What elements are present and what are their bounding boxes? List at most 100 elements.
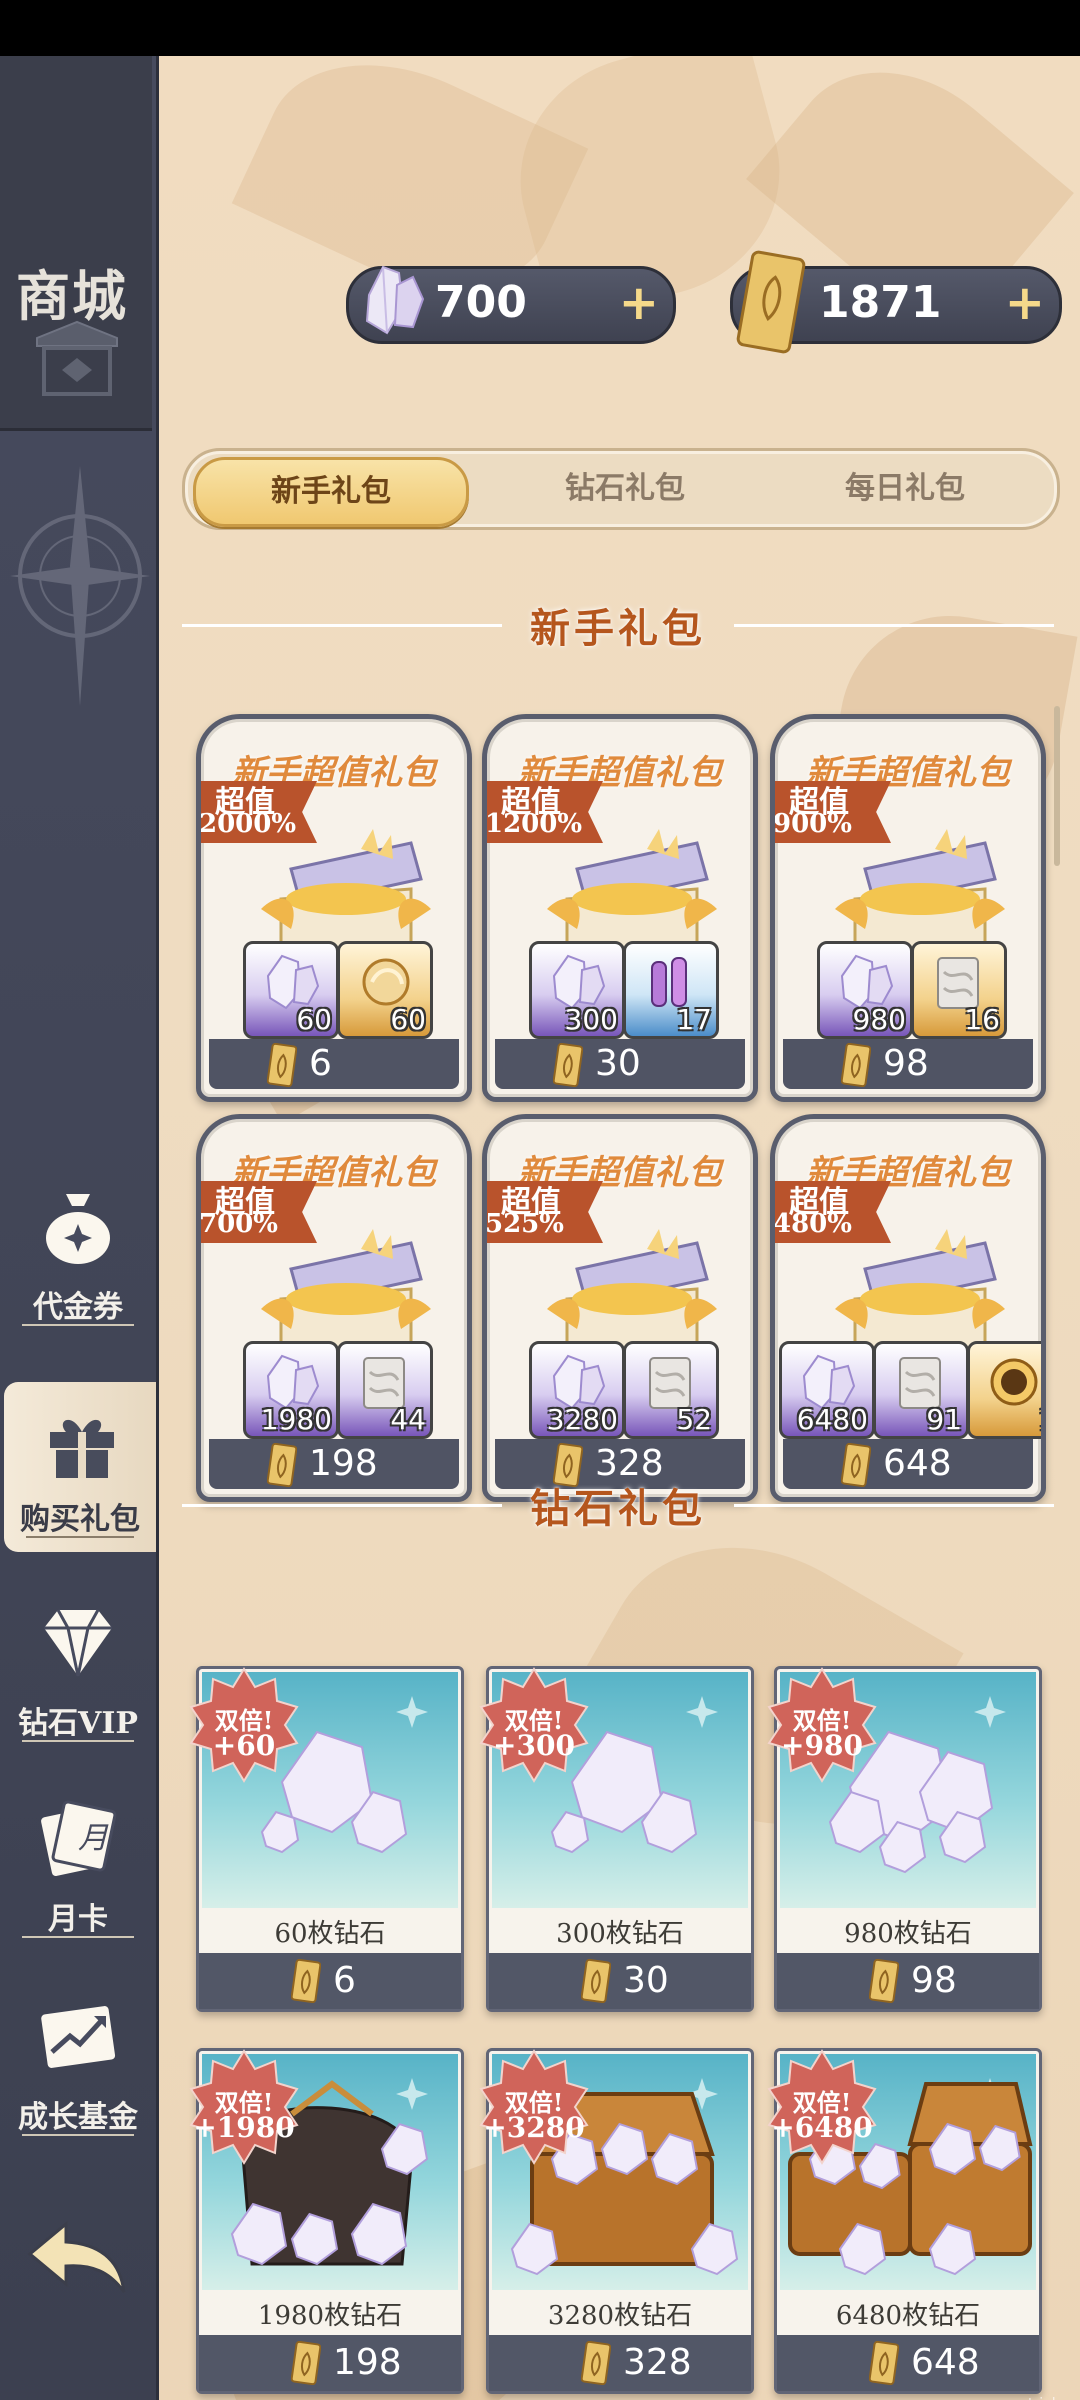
- tab-diamond-packs[interactable]: 钻石礼包: [525, 457, 725, 521]
- sidebar-item-diamond-vip[interactable]: 钻石VIP: [0, 1602, 156, 1742]
- reward-item-scroll: 16: [911, 941, 1007, 1039]
- money-bag-icon: [46, 1194, 110, 1264]
- double-bonus-badge: 双倍! +1980: [185, 2047, 303, 2165]
- ticket-icon: [290, 2340, 322, 2386]
- price-bar[interactable]: 30: [495, 1039, 745, 1089]
- reward-item-scroll: 52: [623, 1341, 719, 1439]
- price: 198: [333, 2342, 402, 2383]
- gift-pack-card[interactable]: 新手超值礼包 超值 1200% 300 17 30: [482, 714, 758, 1102]
- gift-pack-card[interactable]: 新手超值礼包 超值 525% 3280 52 328: [482, 1114, 758, 1502]
- ticket-icon: [580, 2340, 612, 2386]
- diamond-count: 700: [435, 277, 527, 328]
- price: 328: [623, 2342, 692, 2383]
- shop-icon: [36, 320, 118, 396]
- watermark: trialversion: [1028, 2396, 1080, 2400]
- treasure-chest-icon: [547, 1229, 717, 1359]
- reward-count: 52: [676, 1403, 712, 1436]
- gift-box-icon: [50, 1419, 114, 1478]
- diamond-pack-card[interactable]: 双倍! +60 60枚钻石 6: [189, 1666, 464, 2012]
- badge-bonus: +980: [781, 1729, 863, 1762]
- badge-bonus: +1980: [193, 2111, 295, 2144]
- pack-name: 1980枚钻石: [257, 2301, 403, 2331]
- gift-pack-card[interactable]: 新手超值礼包 超值 2000% 60 60 6: [196, 714, 472, 1102]
- growth-chart-icon: [41, 2006, 116, 2068]
- price: 30: [623, 1960, 669, 2001]
- price: 6: [333, 1960, 356, 2001]
- tab-daily-packs[interactable]: 每日礼包: [805, 457, 1005, 521]
- compass-decoration: [10, 466, 150, 706]
- price: 6: [309, 1043, 332, 1084]
- gift-pack-card[interactable]: 新手超值礼包 超值 700% 1980 44 198: [196, 1114, 472, 1502]
- gift-pack-card[interactable]: 新手超值礼包 超值 900% 980 16 98: [770, 714, 1046, 1102]
- price: 30: [595, 1043, 641, 1084]
- shop-screen: 商城 代金券 购买礼包 钻石VIP 月 月卡 成长基金 700 + 1871 +…: [0, 56, 1080, 2400]
- ticket-icon: [840, 1042, 872, 1088]
- diamond-pack-card[interactable]: 双倍! +300 300枚钻石 30: [479, 1666, 754, 2012]
- divider: [22, 2134, 134, 2136]
- reward-item-diamond: 3280: [529, 1341, 625, 1439]
- add-tickets-button[interactable]: +: [1005, 277, 1045, 329]
- diamond-pack-card[interactable]: 双倍! +6480 6480枚钻石 648: [767, 2048, 1042, 2394]
- divider: [22, 1740, 134, 1742]
- add-diamonds-button[interactable]: +: [619, 277, 659, 329]
- reward-count: 60: [390, 1003, 426, 1036]
- reward-count: 300: [564, 1003, 618, 1036]
- sidebar-item-buy-packs[interactable]: 购买礼包: [4, 1382, 156, 1552]
- price-bar[interactable]: 198: [199, 2335, 461, 2391]
- gift-pack-card[interactable]: 新手超值礼包 超值 480% 6480 91 1 648: [770, 1114, 1046, 1502]
- diamond-pack-card[interactable]: 双倍! +1980 1980枚钻石 198: [189, 2048, 464, 2394]
- sidebar-item-monthly-card[interactable]: 月 月卡: [0, 1798, 156, 1938]
- price-bar[interactable]: 30: [489, 1953, 751, 2009]
- sidebar-header: 商城: [0, 56, 152, 431]
- ticket-count: 1871: [819, 277, 942, 328]
- reward-count: 3280: [546, 1403, 618, 1436]
- reward-count: 980: [852, 1003, 906, 1036]
- ticket-icon: [266, 1042, 298, 1088]
- sidebar-item-label: 成长基金: [18, 2100, 138, 2135]
- diamond-balance: 700 +: [346, 265, 676, 344]
- price: 648: [911, 2342, 980, 2383]
- sidebar: 商城 代金券 购买礼包 钻石VIP 月 月卡 成长基金: [0, 56, 159, 2400]
- calendar-icon: 月: [41, 1800, 117, 1877]
- reward-item-crystal-orb: 60: [337, 941, 433, 1039]
- reward-item-potion: 17: [623, 941, 719, 1039]
- treasure-chest-icon: [261, 1229, 431, 1359]
- diamond-pack-card[interactable]: 双倍! +3280 3280枚钻石 328: [479, 2048, 754, 2394]
- scrollbar[interactable]: [1054, 706, 1060, 866]
- price-bar[interactable]: 98: [783, 1039, 1033, 1089]
- sidebar-item-vouchers[interactable]: 代金券: [0, 1186, 156, 1326]
- price-bar[interactable]: 328: [489, 2335, 751, 2391]
- sidebar-item-growth-fund[interactable]: 成长基金: [0, 1996, 156, 2136]
- price-bar[interactable]: 98: [777, 1953, 1039, 2009]
- section-header-newbie: 新手礼包: [182, 596, 1054, 656]
- reward-item-diamond: 60: [243, 941, 339, 1039]
- diamond-icon: [44, 1609, 112, 1677]
- treasure-chest-icon: [835, 829, 1005, 959]
- sidebar-item-label: 钻石VIP: [18, 1706, 138, 1741]
- price-bar[interactable]: 6: [199, 1953, 461, 2009]
- pack-name: 6480枚钻石: [835, 2301, 981, 2331]
- reward-item-diamond: 300: [529, 941, 625, 1039]
- status-bar: [0, 0, 1080, 56]
- tab-newbie-packs[interactable]: 新手礼包: [193, 457, 469, 527]
- reward-item-mirror: 1: [967, 1341, 1041, 1439]
- section-title: 新手礼包: [530, 605, 706, 652]
- treasure-chest-icon: [547, 829, 717, 959]
- badge-bonus: +60: [212, 1729, 276, 1762]
- double-bonus-badge: 双倍! +980: [763, 1665, 881, 1783]
- sidebar-item-label: 购买礼包: [20, 1502, 140, 1537]
- reward-count: 1980: [260, 1403, 332, 1436]
- badge-bonus: +3280: [483, 2111, 585, 2144]
- section-title: 钻石礼包: [530, 1485, 706, 1532]
- diamond-pack-card[interactable]: 双倍! +980 980枚钻石 98: [767, 1666, 1042, 2012]
- sidebar-item-label: 月卡: [48, 1902, 108, 1937]
- divider: [22, 1324, 134, 1326]
- price-bar[interactable]: 6: [209, 1039, 459, 1089]
- divider: [22, 1936, 134, 1938]
- diamond-currency-icon: [365, 265, 425, 335]
- reward-count: 16: [964, 1003, 1000, 1036]
- double-bonus-badge: 双倍! +6480: [763, 2047, 881, 2165]
- back-arrow-icon[interactable]: [26, 2218, 130, 2298]
- pack-name: 300枚钻石: [556, 1919, 684, 1949]
- price-bar[interactable]: 648: [777, 2335, 1039, 2391]
